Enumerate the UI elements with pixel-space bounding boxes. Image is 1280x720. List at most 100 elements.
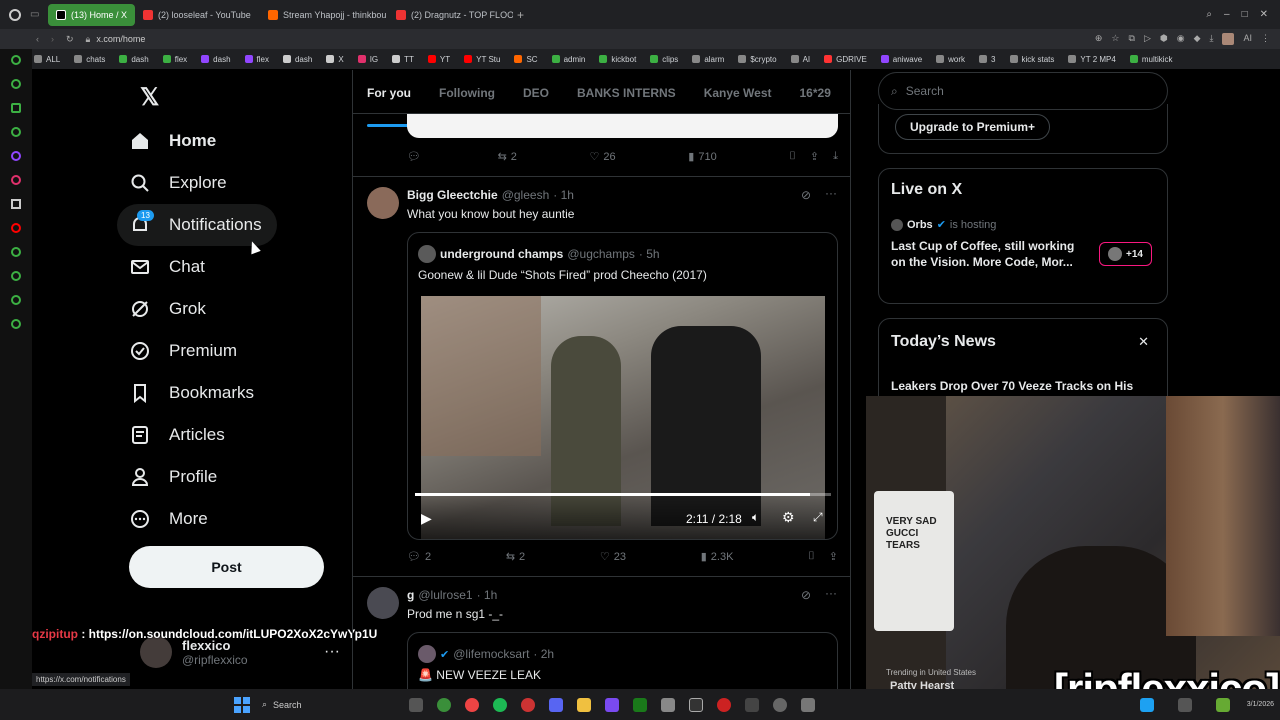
- discord-icon[interactable]: [549, 697, 563, 712]
- bookmark-item[interactable]: ALL: [34, 55, 60, 64]
- download-icon[interactable]: ⤓: [1210, 33, 1214, 45]
- browser-tab-youtube[interactable]: (2) looseleaf - YouTube: [135, 4, 260, 26]
- like-button[interactable]: ♡ 23: [600, 550, 626, 564]
- tab-following[interactable]: Following: [425, 70, 509, 113]
- video-progress-track[interactable]: [415, 493, 831, 496]
- bookmark-item[interactable]: work: [936, 55, 965, 64]
- dock-app-icon[interactable]: [11, 247, 21, 257]
- search-tabs-icon[interactable]: ⌕: [1206, 9, 1212, 20]
- grok-icon[interactable]: ⊘: [801, 588, 811, 602]
- more-dots-icon[interactable]: ···: [825, 586, 837, 600]
- share-icon[interactable]: ⇪: [829, 550, 838, 563]
- post-author-name[interactable]: g: [407, 588, 414, 602]
- bookmark-item[interactable]: X: [326, 55, 344, 64]
- maximize-icon[interactable]: □: [1242, 9, 1248, 20]
- taskbar-search[interactable]: ⌕ Search: [262, 699, 402, 710]
- taskbar-app-icon[interactable]: [689, 697, 703, 712]
- more-dots-icon[interactable]: ···: [825, 186, 837, 200]
- search-input[interactable]: Search: [906, 84, 944, 98]
- live-host[interactable]: Orbs ✔ is hosting: [891, 218, 996, 231]
- browser-logo-icon[interactable]: [0, 8, 30, 21]
- bookmark-item[interactable]: admin: [551, 55, 585, 64]
- nav-explore[interactable]: Explore: [129, 162, 339, 204]
- taskbar-app-icon[interactable]: [437, 697, 451, 712]
- taskbar-app-icon[interactable]: [409, 697, 423, 712]
- forward-icon[interactable]: ›: [51, 34, 54, 44]
- bookmark-item[interactable]: IG: [357, 55, 378, 64]
- nav-home[interactable]: Home: [129, 120, 339, 162]
- dock-app-icon[interactable]: [11, 175, 21, 185]
- post-author-handle[interactable]: @lulrose1: [418, 588, 472, 602]
- bookmark-item[interactable]: chats: [74, 55, 105, 64]
- bookmark-item[interactable]: flex: [162, 55, 187, 64]
- fullscreen-icon[interactable]: ⤢: [813, 510, 823, 525]
- tab-banks-interns[interactable]: BANKS INTERNS: [563, 70, 690, 113]
- tray-icon[interactable]: [1215, 697, 1230, 712]
- minimize-icon[interactable]: –: [1224, 9, 1230, 20]
- volume-icon[interactable]: 🔈︎: [752, 510, 759, 525]
- extension-icon[interactable]: ◆: [1194, 33, 1201, 45]
- nav-grok[interactable]: Grok: [129, 288, 339, 330]
- tray-icon[interactable]: [1139, 697, 1154, 712]
- post-avatar[interactable]: [367, 587, 399, 619]
- tray-icon[interactable]: [1177, 697, 1192, 712]
- bookmark-item[interactable]: GDRIVE: [824, 55, 867, 64]
- tab-overview-icon[interactable]: ▭: [30, 9, 48, 20]
- profile-avatar[interactable]: [1222, 33, 1235, 45]
- like-button[interactable]: ♡ 26: [590, 150, 616, 164]
- bookmark-item[interactable]: dash: [201, 55, 231, 64]
- video-player[interactable]: ▶ 2:11 / 2:18 🔈︎ ⚙ ⤢: [415, 296, 831, 539]
- reply-button[interactable]: 💬︎: [407, 150, 425, 163]
- spotify-icon[interactable]: [493, 697, 507, 712]
- bookmark-item[interactable]: clips: [650, 55, 678, 64]
- tab-16-29[interactable]: 16*29: [786, 70, 845, 113]
- bookmark-item[interactable]: YT Stu: [464, 55, 500, 64]
- nav-chat[interactable]: Chat: [129, 246, 339, 288]
- bookmark-item[interactable]: alarm: [692, 55, 724, 64]
- bookmark-icon[interactable]: ⌷: [808, 550, 815, 563]
- nav-premium[interactable]: Premium: [129, 330, 339, 372]
- dock-app-icon[interactable]: [11, 79, 21, 89]
- bookmark-item[interactable]: TT: [392, 55, 414, 64]
- bookmark-star-icon[interactable]: ☆: [1111, 33, 1119, 45]
- bookmark-item[interactable]: 3: [979, 55, 996, 64]
- bookmark-item[interactable]: kick stats: [1009, 55, 1054, 64]
- extension-icon[interactable]: ⬢: [1160, 33, 1168, 45]
- post-avatar[interactable]: [367, 187, 399, 219]
- repost-button[interactable]: ⇆ 2: [498, 150, 517, 164]
- bookmark-item[interactable]: flex: [244, 55, 269, 64]
- dock-settings-icon[interactable]: [11, 319, 21, 329]
- tab-for-you[interactable]: For you: [353, 70, 425, 127]
- dock-app-icon[interactable]: [11, 223, 21, 233]
- xbox-icon[interactable]: [633, 697, 647, 712]
- browser-tab-dragnutz[interactable]: (2) Dragnutz - TOP FLOOR: [388, 4, 513, 26]
- tab-kanye-west[interactable]: Kanye West: [690, 70, 786, 113]
- screenshot-icon[interactable]: ⧉: [1129, 33, 1135, 45]
- bookmark-item[interactable]: aniwave: [880, 55, 922, 64]
- browser-tab-stream[interactable]: Stream Yhapojj - thinkbou: [260, 4, 388, 26]
- quoted-post[interactable]: ✔ @lifemocksart · 2h 🚨 NEW VEEZE LEAK: [407, 632, 838, 690]
- post-button[interactable]: Post: [129, 546, 324, 588]
- bookmark-icon[interactable]: ⌷: [789, 150, 796, 163]
- url-field[interactable]: x.com/home: [96, 34, 145, 44]
- tab-deo[interactable]: DEO: [509, 70, 563, 113]
- live-text[interactable]: Last Cup of Coffee, still working on the…: [891, 238, 1091, 270]
- taskbar-app-icon[interactable]: [745, 697, 759, 712]
- dock-app-icon[interactable]: [11, 151, 21, 161]
- ai-icon[interactable]: AI: [1243, 33, 1252, 45]
- post-time[interactable]: · 1h: [553, 188, 574, 202]
- close-icon[interactable]: ✕: [1138, 334, 1149, 350]
- taskbar-app-icon[interactable]: [661, 697, 675, 712]
- dock-app-icon[interactable]: [11, 127, 21, 137]
- bookmark-item[interactable]: dash: [282, 55, 312, 64]
- grok-icon[interactable]: ⊘: [801, 188, 811, 202]
- upgrade-premium-button[interactable]: Upgrade to Premium+: [895, 114, 1051, 140]
- reload-icon[interactable]: ↻: [66, 34, 74, 45]
- nav-bookmarks[interactable]: Bookmarks: [129, 372, 339, 414]
- bookmark-item[interactable]: SC: [514, 55, 538, 64]
- back-icon[interactable]: ‹: [36, 34, 39, 44]
- bookmark-item[interactable]: AI: [790, 55, 810, 64]
- bookmark-item[interactable]: dash: [119, 55, 149, 64]
- dock-clock-icon[interactable]: [11, 271, 21, 281]
- dock-app-icon[interactable]: [11, 55, 21, 65]
